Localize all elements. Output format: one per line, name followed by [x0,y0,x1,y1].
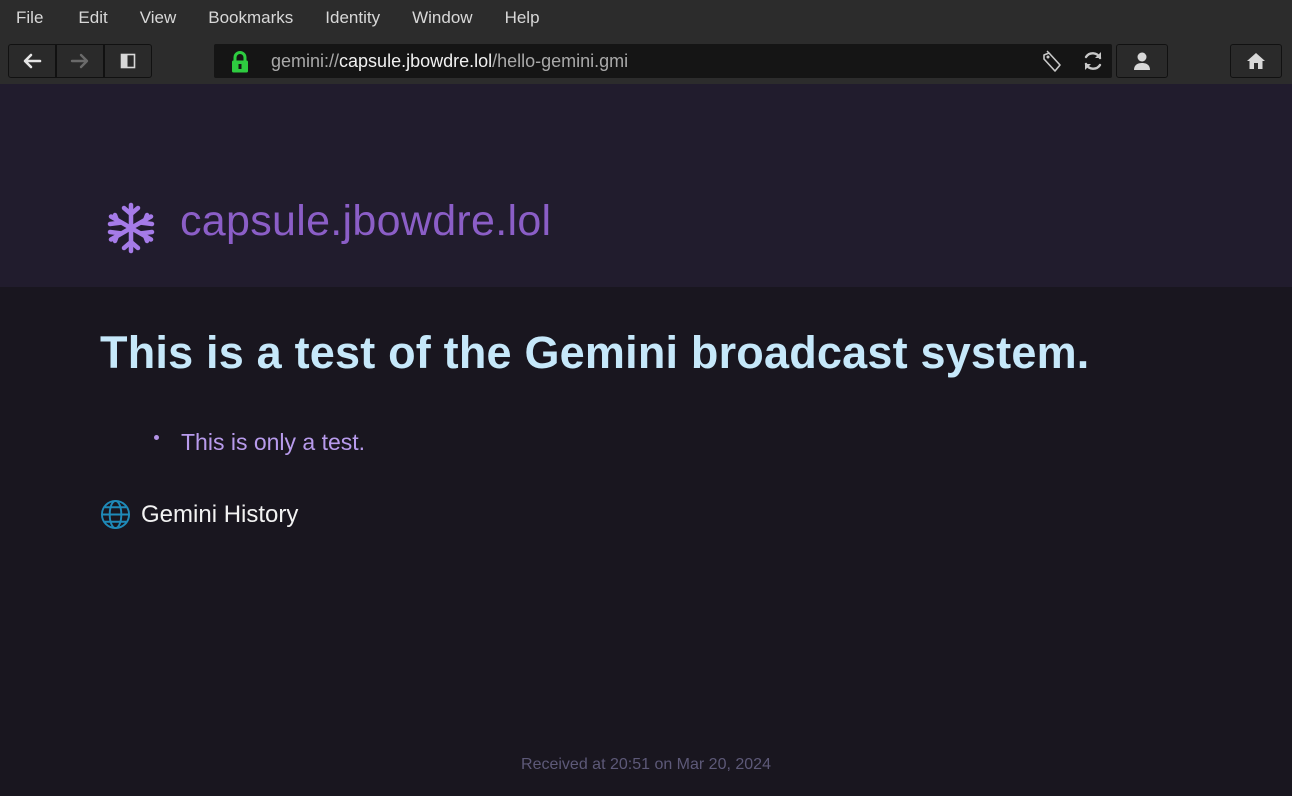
menu-bookmarks[interactable]: Bookmarks [192,0,309,36]
page-content: This is a test of the Gemini broadcast s… [0,287,1292,796]
sidebar-toggle-icon [120,53,136,69]
menu-identity[interactable]: Identity [309,0,396,36]
received-timestamp: Received at 20:51 on Mar 20, 2024 [521,756,771,773]
url-text[interactable]: gemini://capsule.jbowdre.lol/hello-gemin… [271,44,628,78]
url-host: capsule.jbowdre.lol [339,51,493,71]
menu-bar: File Edit View Bookmarks Identity Window… [0,0,1292,36]
bullet-marker [154,435,159,440]
person-icon [1134,52,1150,70]
arrow-right-icon [70,53,89,69]
bookmark-tag-icon[interactable] [1040,50,1064,74]
link-label[interactable]: Gemini History [141,501,298,529]
menu-help[interactable]: Help [489,0,556,36]
forward-button[interactable] [56,44,104,78]
list-item: This is only a test. [181,429,366,455]
arrow-left-icon [23,53,42,69]
page-banner: capsule.jbowdre.lol [0,84,1292,287]
menu-file[interactable]: File [0,0,59,36]
back-button[interactable] [8,44,56,78]
home-button[interactable] [1230,44,1282,78]
url-scheme: gemini:// [271,51,340,71]
identity-button[interactable] [1116,44,1168,78]
snowflake-icon [107,202,155,254]
page-heading: This is a test of the Gemini broadcast s… [100,327,1090,378]
home-icon [1247,53,1265,69]
sidebar-toggle-button[interactable] [104,44,152,78]
url-bar[interactable]: gemini://capsule.jbowdre.lol/hello-gemin… [214,44,1112,78]
lock-icon [232,51,248,73]
site-title: capsule.jbowdre.lol [180,197,552,245]
toolbar: gemini://capsule.jbowdre.lol/hello-gemin… [0,36,1292,84]
menu-edit[interactable]: Edit [62,0,123,36]
menu-view[interactable]: View [124,0,193,36]
gemini-history-link[interactable]: Gemini History [100,499,298,530]
url-path: /hello-gemini.gmi [492,51,629,71]
menu-window[interactable]: Window [396,0,488,36]
globe-icon [100,499,131,530]
reload-icon[interactable] [1082,50,1104,72]
